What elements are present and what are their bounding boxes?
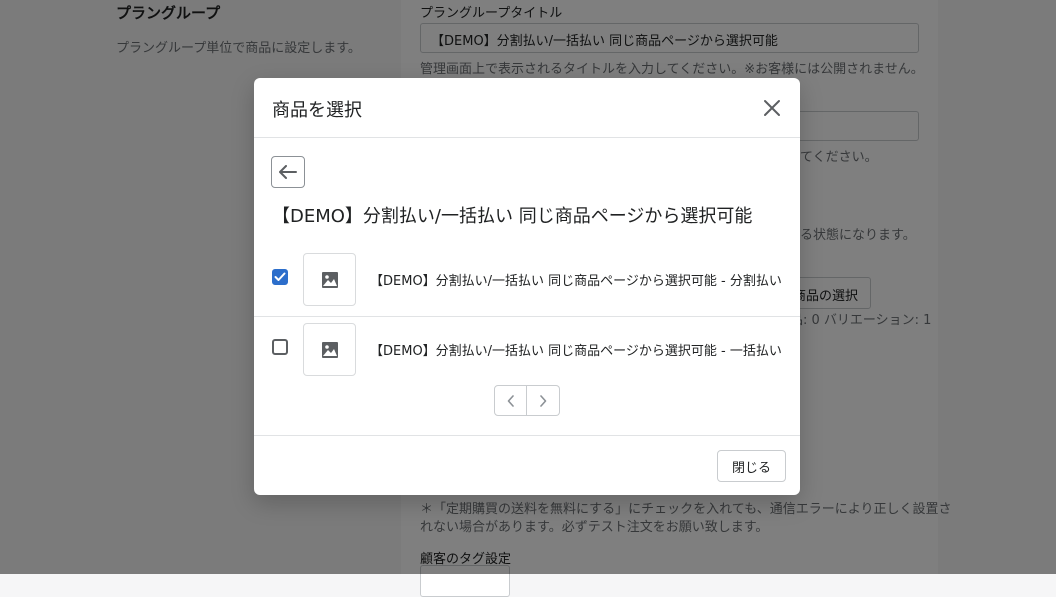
arrow-left-icon — [279, 165, 297, 179]
product-title: 【DEMO】分割払い/一括払い 同じ商品ページから選択可能 — [272, 206, 753, 227]
select-product-modal: 商品を選択 【DEMO】分割払い/一括払い 同じ商品ページから選択可能 【DEM… — [254, 78, 800, 495]
variant-label: 【DEMO】分割払い/一括払い 同じ商品ページから選択可能 - 一括払い — [370, 344, 782, 359]
chevron-right-icon — [540, 394, 547, 407]
chevron-left-icon — [507, 394, 514, 407]
variant-row[interactable]: 【DEMO】分割払い/一括払い 同じ商品ページから選択可能 - 一括払い — [254, 311, 800, 387]
back-button[interactable] — [271, 156, 305, 188]
modal-header: 商品を選択 — [254, 78, 800, 138]
close-button[interactable]: 閉じる — [716, 450, 786, 482]
variant-checkbox[interactable] — [272, 339, 288, 355]
checkmark-icon — [274, 272, 286, 281]
pagination — [494, 385, 560, 416]
previous-page-button[interactable] — [494, 385, 527, 416]
next-page-button[interactable] — [527, 385, 560, 416]
modal-title: 商品を選択 — [272, 100, 362, 121]
variant-row[interactable]: 【DEMO】分割払い/一括払い 同じ商品ページから選択可能 - 分割払い — [254, 241, 800, 317]
modal-footer: 閉じる — [254, 435, 800, 495]
variant-checkbox[interactable] — [272, 269, 288, 285]
close-icon[interactable] — [758, 94, 786, 122]
image-placeholder-icon — [303, 253, 356, 306]
image-placeholder-icon — [303, 323, 356, 376]
variant-label: 【DEMO】分割払い/一括払い 同じ商品ページから選択可能 - 分割払い — [370, 274, 782, 289]
